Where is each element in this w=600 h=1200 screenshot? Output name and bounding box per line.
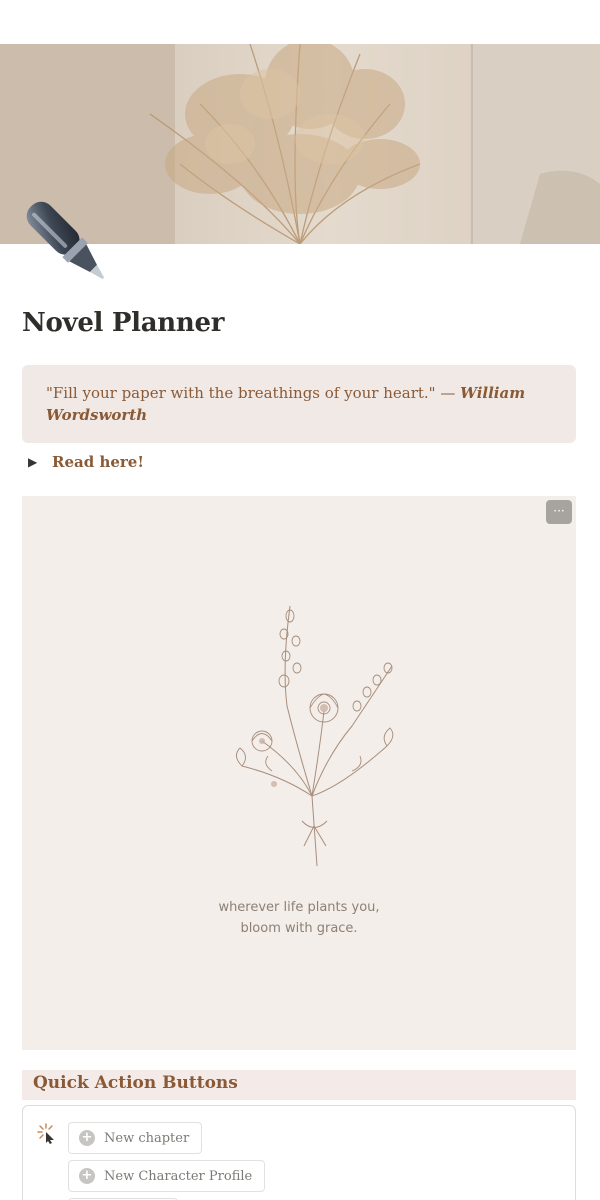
floral-bouquet-illustration [236,605,394,867]
plus-circle-icon: + [79,1168,95,1184]
toggle-triangle-icon[interactable]: ▶ [28,455,44,469]
sparkle-cursor-icon [37,1123,54,1144]
quote-line-2: bloom with grace. [240,921,358,936]
button-label: New chapter [104,1130,190,1146]
page-title[interactable]: Novel Planner [22,308,224,338]
button-label: New Character Profile [104,1168,253,1184]
read-here-toggle[interactable]: ▶ Read here! [28,450,144,474]
fountain-pen-icon[interactable] [18,194,118,292]
quick-action-buttons-box: + New chapter + New Character Profile + [22,1105,576,1200]
top-bar [0,0,600,44]
new-chapter-button[interactable]: + New chapter [68,1122,203,1154]
toggle-label: Read here! [52,453,144,471]
quote-callout[interactable]: "Fill your paper with the breathings of … [22,365,576,443]
callout-quote-text: "Fill your paper with the breathings of … [46,384,461,402]
quote-line-1: wherever life plants you, [218,900,380,915]
floral-quote-image[interactable]: ··· wherever life plants you, bloom with… [22,496,576,1050]
quick-action-heading[interactable]: Quick Action Buttons [22,1070,576,1100]
more-options-button[interactable]: ··· [546,500,572,524]
plus-circle-icon: + [79,1130,95,1146]
new-character-profile-button[interactable]: + New Character Profile [68,1160,266,1192]
